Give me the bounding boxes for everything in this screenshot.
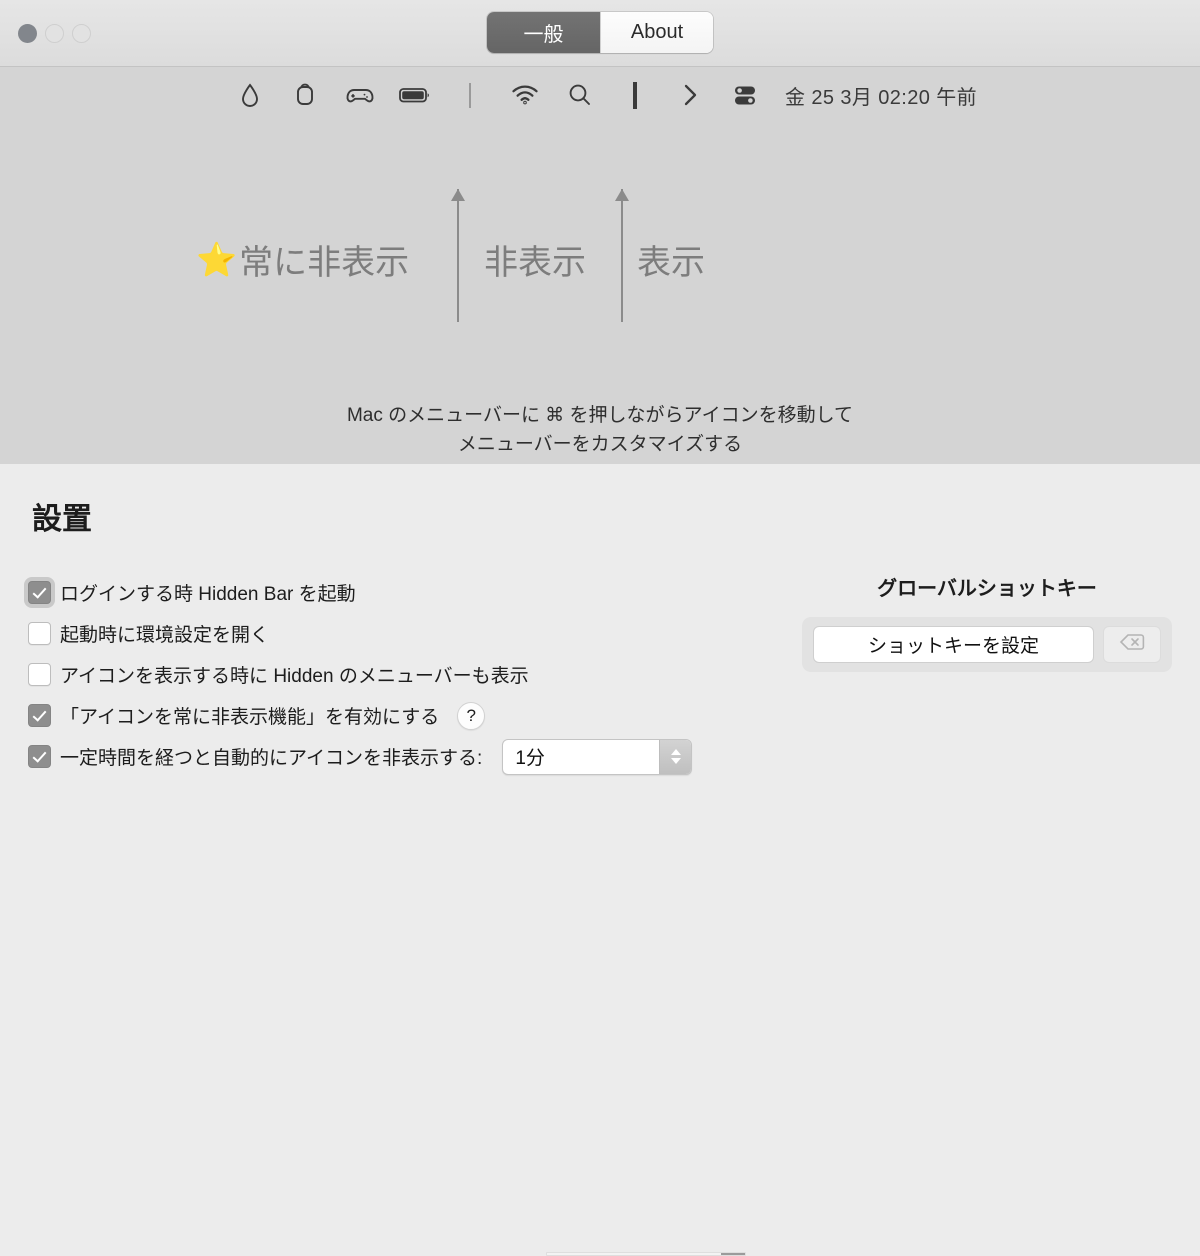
- traffic-lights: [18, 24, 91, 43]
- separator-dark-icon: [608, 81, 663, 109]
- option-show-hidden-menubar[interactable]: アイコンを表示する時に Hidden のメニューバーも表示: [28, 654, 692, 695]
- open-preferences-at-launch-checkbox[interactable]: [28, 622, 51, 645]
- option-enable-always-hidden[interactable]: 「アイコンを常に非表示機能」を有効にする ?: [28, 695, 692, 736]
- battery-icon[interactable]: [388, 72, 443, 118]
- option-auto-hide-after-delay[interactable]: 一定時間を経つと自動的にアイコンを非表示する: 1分: [28, 736, 693, 777]
- menubar-icons-row: 金 25 3月 02:20 午前: [0, 67, 1200, 123]
- zoom-window-button[interactable]: [72, 24, 91, 43]
- enable-always-hidden-label: 「アイコンを常に非表示機能」を有効にする: [60, 707, 440, 728]
- title-bar: 一般 About: [0, 0, 1200, 67]
- record-shortcut-button[interactable]: ショットキーを設定: [813, 626, 1094, 663]
- customize-hint: Mac のメニューバーに ⌘ を押しながらアイコンを移動して メニューバーをカス…: [0, 401, 1200, 460]
- zone-label-always-hidden-text: 常に非表示: [239, 244, 410, 282]
- global-shortcut-section: グローバルショットキー ショットキーを設定: [802, 572, 1172, 672]
- homepod-icon[interactable]: [278, 72, 333, 118]
- auto-hide-delay-select[interactable]: 1分: [502, 738, 693, 775]
- settings-options-list: ログインする時 Hidden Bar を起動 起動時に環境設定を開く アイコンを…: [28, 572, 693, 777]
- clear-shortcut-button[interactable]: [1103, 626, 1161, 663]
- zone-label-shown: 表示: [637, 235, 705, 284]
- tab-about[interactable]: About: [600, 12, 713, 53]
- show-hidden-menubar-checkbox[interactable]: [28, 663, 51, 686]
- delete-left-icon: [1119, 632, 1145, 657]
- tab-segmented-control: 一般 About: [487, 12, 713, 53]
- customize-hint-line-2: メニューバーをカスタマイズする: [457, 434, 743, 456]
- option-launch-at-login[interactable]: ログインする時 Hidden Bar を起動: [28, 572, 692, 613]
- zone-label-hidden-text: 非表示: [484, 244, 586, 282]
- enable-always-hidden-checkbox[interactable]: [28, 704, 51, 727]
- scroll-indicator[interactable]: [546, 1252, 746, 1256]
- auto-hide-after-delay-checkbox[interactable]: [28, 745, 51, 768]
- zone-label-always-hidden: ⭐ 常に非表示: [196, 235, 409, 284]
- auto-hide-delay-value: 1分: [515, 748, 545, 769]
- customize-hint-line-1: Mac のメニューバーに ⌘ を押しながらアイコンを移動して: [346, 405, 854, 426]
- global-shortcut-box: ショットキーを設定: [802, 617, 1172, 672]
- zone-divider-arrow-left: [451, 189, 465, 322]
- star-icon: ⭐: [196, 241, 238, 278]
- show-hidden-menubar-label: アイコンを表示する時に Hidden のメニューバーも表示: [60, 666, 529, 687]
- control-center-icon[interactable]: [718, 72, 773, 118]
- open-preferences-at-launch-label: 起動時に環境設定を開く: [60, 625, 270, 646]
- game-controller-icon[interactable]: [333, 72, 388, 118]
- launch-at-login-checkbox[interactable]: [28, 581, 51, 604]
- minimize-window-button[interactable]: [45, 24, 64, 43]
- chevron-right-icon[interactable]: [663, 72, 718, 118]
- separator-light-icon: [443, 82, 498, 108]
- option-open-preferences-at-launch[interactable]: 起動時に環境設定を開く: [28, 613, 692, 654]
- close-window-button[interactable]: [18, 24, 37, 43]
- help-icon[interactable]: ?: [457, 701, 486, 730]
- stepper-chevrons-icon[interactable]: [659, 739, 692, 774]
- search-icon[interactable]: [553, 72, 608, 118]
- settings-pane: 設置 ログインする時 Hidden Bar を起動 起動時に環境設定を開く アイ…: [0, 464, 1200, 1256]
- hidden-bar-preferences-window: 一般 About 金 25 3月 02:20 午前 ⭐ 常に非表示 非表示 表示…: [0, 0, 1200, 1256]
- tab-general[interactable]: 一般: [487, 12, 600, 53]
- wifi-icon[interactable]: [498, 72, 553, 118]
- droplet-icon[interactable]: [223, 72, 278, 118]
- menubar-preview-area: 金 25 3月 02:20 午前 ⭐ 常に非表示 非表示 表示 Mac のメニュ…: [0, 67, 1200, 464]
- launch-at-login-label: ログインする時 Hidden Bar を起動: [60, 584, 356, 605]
- auto-hide-after-delay-label: 一定時間を経つと自動的にアイコンを非表示する:: [60, 748, 483, 769]
- menubar-clock[interactable]: 金 25 3月 02:20 午前: [785, 81, 977, 110]
- global-shortcut-title: グローバルショットキー: [877, 578, 1097, 600]
- zone-divider-arrow-right: [615, 189, 629, 322]
- settings-section-title: 設置: [32, 503, 92, 536]
- zone-label-hidden: 非表示: [484, 235, 586, 284]
- zone-label-shown-text: 表示: [637, 244, 705, 282]
